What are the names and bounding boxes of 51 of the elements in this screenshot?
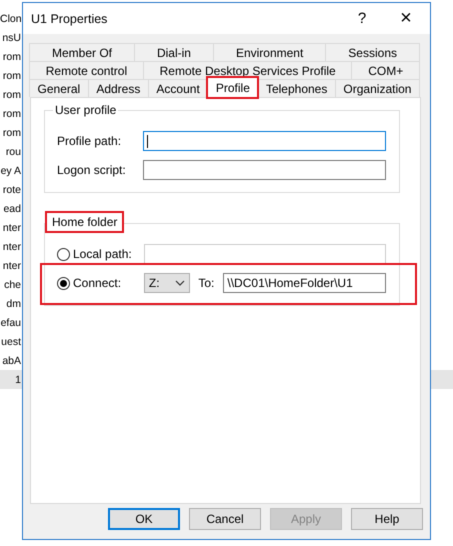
field-label: Logon script:: [57, 163, 127, 177]
group-title: User profile: [53, 103, 118, 117]
tab[interactable]: General: [29, 79, 89, 97]
tab[interactable]: Sessions: [325, 43, 420, 61]
input-field[interactable]: [142, 131, 386, 151]
group-title: Home folder: [47, 213, 122, 231]
list-item-text[interactable]: rom: [0, 88, 22, 100]
list-item-text[interactable]: nter: [0, 260, 22, 272]
list-item-text[interactable]: rom: [0, 108, 22, 120]
list-item-text[interactable]: rote: [0, 184, 22, 196]
radio-label: Connect:: [73, 276, 122, 290]
tab[interactable]: Member Of: [29, 43, 135, 61]
list-item-text[interactable]: efau: [0, 316, 22, 328]
list-item-text[interactable]: rom: [0, 70, 22, 82]
list-item-text[interactable]: nsU: [0, 32, 22, 44]
input-field[interactable]: [144, 244, 386, 264]
list-item-text: 1: [14, 374, 22, 386]
field-label: Profile path:: [57, 134, 122, 148]
drive-dropdown[interactable]: Z:: [144, 273, 190, 293]
tab[interactable]: COM+: [351, 61, 420, 79]
list-item-text[interactable]: nter: [0, 240, 22, 252]
window-title: U1 Properties: [31, 12, 108, 26]
list-item-text[interactable]: uest: [0, 336, 22, 348]
input-field[interactable]: \\DC01\HomeFolder\U1: [223, 273, 386, 293]
list-item-text[interactable]: rom: [0, 126, 22, 138]
close-button[interactable]: ×: [384, 7, 428, 30]
help-button[interactable]: ?: [340, 10, 384, 27]
tab[interactable]: Telephones: [257, 79, 336, 97]
tab[interactable]: Remote Desktop Services Profile: [142, 61, 352, 79]
list-item-text[interactable]: nter: [0, 222, 22, 234]
list-item-text[interactable]: rou: [0, 146, 22, 158]
list-item-text[interactable]: rom: [0, 50, 22, 62]
input-field[interactable]: [142, 160, 386, 180]
list-item-text[interactable]: ead: [0, 202, 22, 214]
list-item-text[interactable]: abA: [0, 354, 22, 366]
field-label: To:: [198, 276, 214, 290]
text-cursor: [146, 134, 148, 148]
dialog-button[interactable]: Cancel: [189, 508, 261, 530]
tab[interactable]: Organization: [334, 79, 420, 97]
list-item-text[interactable]: ey A: [0, 164, 22, 176]
radio-label: Local path:: [73, 247, 133, 261]
radio-button[interactable]: [57, 248, 70, 260]
list-item-text[interactable]: che: [0, 278, 22, 290]
tab[interactable]: Profile: [207, 77, 258, 98]
list-item-text[interactable]: Clon: [0, 12, 22, 24]
chevron-icon: [175, 280, 186, 286]
dialog-button[interactable]: OK: [108, 508, 180, 530]
tab[interactable]: Remote control: [29, 61, 144, 79]
list-item-text[interactable]: dm: [0, 298, 22, 310]
radio-button[interactable]: [57, 276, 70, 290]
dialog-button[interactable]: Help: [351, 508, 423, 530]
